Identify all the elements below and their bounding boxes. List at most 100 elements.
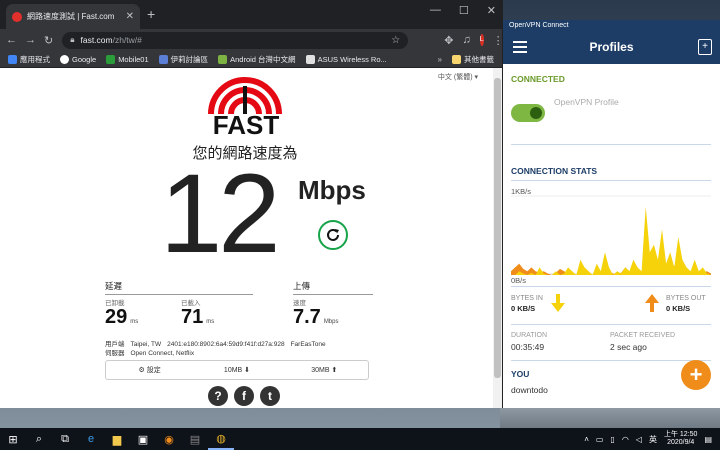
url-text: fast.com/zh/tw/#: [80, 35, 142, 45]
bookmark-star-icon[interactable]: ☆: [391, 35, 400, 46]
tray-chevron-icon[interactable]: ˄: [584, 435, 589, 444]
bookmark-android-tw[interactable]: Android 台灣中文網: [218, 54, 296, 65]
tab-title: 網路速度測試 | Fast.com: [27, 12, 115, 21]
duration-label: DURATION: [511, 332, 548, 339]
facebook-icon[interactable]: f: [234, 386, 254, 406]
arrow-up-icon: [645, 294, 659, 312]
settings-bar: ⚙ 設定 10MB ⬇ 30MB ⬆: [105, 360, 369, 380]
refresh-button[interactable]: [318, 220, 348, 250]
speed-value: 12: [160, 151, 281, 276]
notification-icon[interactable]: ▤: [704, 435, 712, 444]
loaded-value: 71 ms: [181, 306, 215, 328]
you-label: YOU: [511, 369, 530, 379]
add-profile-button[interactable]: +: [681, 360, 711, 390]
lock-icon[interactable]: 🔒︎: [70, 35, 74, 45]
tab-bar: 網路速度測試 | Fast.com ✕ + — ☐ ✕: [0, 0, 502, 29]
volume-icon[interactable]: ◁: [636, 435, 642, 444]
extensions-puzzle-icon[interactable]: ✥: [444, 34, 453, 47]
divider: [511, 144, 711, 145]
minimize-button[interactable]: —: [430, 4, 441, 17]
bookmark-google[interactable]: Google: [60, 54, 96, 64]
you-value: downtodo: [511, 385, 548, 395]
fast-logo-text: FAST: [212, 110, 280, 140]
address-bar[interactable]: 🔒︎ fast.com/zh/tw/# ☆: [62, 31, 409, 49]
divider: [511, 360, 711, 361]
settings-button[interactable]: ⚙ 設定: [106, 365, 193, 375]
bookmarks-bar: 應用程式 Google Mobile01 伊莉討論區 Android 台灣中文網…: [0, 51, 502, 68]
page-viewport: 中文 (繁體) ▾ FAST 您的網路速度為 12 Mbps 延遲 上傳 已卸載…: [0, 68, 502, 408]
vpn-header-title: Profiles: [589, 40, 634, 54]
profile-avatar[interactable]: L: [479, 34, 484, 46]
bookmark-mobile01[interactable]: Mobile01: [106, 54, 149, 64]
twitter-icon[interactable]: t: [260, 386, 280, 406]
asus-icon: [305, 54, 315, 64]
download-size: 10MB ⬇: [223, 367, 251, 374]
chrome-window: 網路速度測試 | Fast.com ✕ + — ☐ ✕ ← → ↻ 🔒︎ fas…: [0, 0, 504, 408]
window-close-button[interactable]: ✕: [487, 4, 496, 17]
packet-received-value: 2 sec ago: [610, 342, 647, 352]
divider: [511, 324, 711, 325]
bytes-out-value: 0 KB/S: [666, 304, 691, 313]
store-icon[interactable]: ▣: [130, 428, 156, 450]
windows-start-icon[interactable]: ⊞: [0, 428, 26, 450]
arrow-down-icon: [551, 294, 565, 312]
task-view-icon[interactable]: ⧉: [52, 428, 78, 450]
menu-dots-icon[interactable]: ⋮: [493, 34, 504, 47]
app-orange-icon[interactable]: ◉: [156, 428, 182, 450]
edge-icon[interactable]: e: [78, 428, 104, 450]
upload-size: 30MB ⬆: [311, 367, 338, 374]
new-tab-button[interactable]: +: [147, 6, 155, 22]
search-icon[interactable]: ⌕: [26, 428, 52, 450]
scrollbar[interactable]: [493, 68, 502, 408]
download-icon: ⬇: [244, 367, 251, 374]
divider: [511, 180, 711, 181]
clock[interactable]: 上午 12:50 2020/9/4: [664, 431, 697, 447]
bookmark-asus[interactable]: ASUS Wireless Ro...: [305, 54, 387, 64]
back-icon[interactable]: ←: [6, 34, 17, 46]
speed-unit: Mbps: [298, 175, 366, 205]
refresh-icon: [327, 228, 339, 241]
import-profile-icon[interactable]: +: [698, 39, 712, 55]
upload-value: 7.7 Mbps: [293, 306, 339, 328]
google-icon: [60, 54, 69, 64]
upload-header: 上傳: [293, 280, 373, 295]
tab-fast[interactable]: 網路速度測試 | Fast.com ✕: [6, 4, 140, 29]
upload-icon: ⬆: [331, 367, 338, 374]
bookmark-other[interactable]: 其他書籤: [452, 54, 494, 65]
traffic-in-area: [511, 206, 711, 275]
android-icon: [218, 54, 228, 64]
bookmarks-overflow-icon[interactable]: »: [438, 55, 442, 64]
vpn-header: Profiles +: [503, 32, 720, 64]
network-icon[interactable]: ▭: [596, 435, 604, 444]
file-explorer-icon[interactable]: ▆: [104, 428, 130, 450]
bytes-in-value: 0 KB/S: [511, 304, 536, 313]
latency-header: 延遲: [105, 280, 253, 295]
fast-gauge-icon: [208, 77, 282, 114]
bookmark-eyny[interactable]: 伊莉討論區: [158, 54, 208, 65]
chrome-taskbar-icon[interactable]: ◍: [208, 428, 234, 450]
help-icon[interactable]: ?: [208, 386, 228, 406]
browser-toolbar: ← → ↻ 🔒︎ fast.com/zh/tw/# ☆ ✥ ♫ L ⋮: [0, 29, 504, 51]
battery-icon[interactable]: ▯: [610, 435, 614, 444]
vpn-body: CONNECTED OpenVPN Profile CONNECTION STA…: [503, 64, 720, 408]
app-dark-icon[interactable]: ▤: [182, 428, 208, 450]
maximize-button[interactable]: ☐: [459, 4, 469, 17]
folder-icon: [452, 54, 461, 64]
bookmark-apps[interactable]: 應用程式: [8, 54, 50, 65]
forward-icon[interactable]: →: [25, 34, 36, 46]
ime-indicator[interactable]: 英: [649, 434, 657, 445]
connection-status: CONNECTED: [511, 74, 565, 84]
connection-toggle[interactable]: [511, 104, 545, 122]
reload-icon[interactable]: ↻: [44, 34, 53, 47]
language-select[interactable]: 中文 (繁體) ▾: [438, 72, 478, 82]
vpn-titlebar: OpenVPN Connect: [503, 20, 720, 32]
packet-received-label: PACKET RECEIVED: [610, 332, 676, 339]
media-icon[interactable]: ♫: [462, 34, 470, 46]
traffic-chart: [511, 195, 711, 275]
wifi-icon[interactable]: ◠: [622, 435, 629, 444]
social-links: ? f t: [208, 386, 280, 406]
scrollbar-thumb[interactable]: [494, 78, 501, 378]
chart-axis-bottom: 0B/s: [511, 276, 527, 285]
close-icon[interactable]: ✕: [126, 11, 134, 22]
bytes-out-label: BYTES OUT: [666, 295, 706, 302]
